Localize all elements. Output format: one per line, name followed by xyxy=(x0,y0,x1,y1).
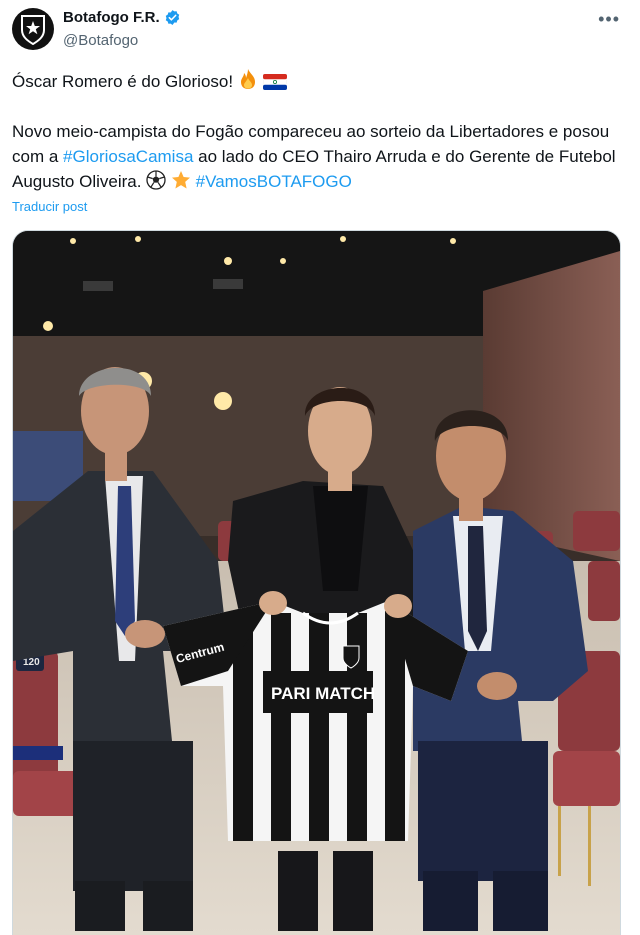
jersey-sponsor-label: PARI MATCH xyxy=(271,684,375,703)
soccer-ball-emoji-icon xyxy=(146,170,166,190)
tweet-photo[interactable]: 120 PARI MATCH Centrum xyxy=(12,230,621,935)
hashtag-vamosbotafogo-link[interactable]: #VamosBOTAFOGO xyxy=(196,172,352,191)
avatar[interactable] xyxy=(12,8,54,50)
author-name-row: Botafogo F.R. xyxy=(63,9,181,26)
tweet-line-1: Óscar Romero é do Glorioso! xyxy=(12,68,628,94)
display-name[interactable]: Botafogo F.R. xyxy=(63,9,160,26)
botafogo-crest-icon xyxy=(21,15,45,45)
paraguay-flag-emoji-icon xyxy=(262,74,287,90)
star-emoji-icon xyxy=(171,171,190,189)
user-handle[interactable]: @Botafogo xyxy=(63,32,138,49)
verified-badge-icon xyxy=(165,10,179,25)
fire-emoji-icon xyxy=(240,69,255,89)
tweet-paragraph-2: Novo meio-campista do Fogão compareceu a… xyxy=(12,119,628,194)
more-options-icon[interactable]: ••• xyxy=(598,10,620,28)
hashtag-gloriosacamisa-link[interactable]: #GloriosaCamisa xyxy=(63,147,193,166)
tweet-headline: Óscar Romero é do Glorioso! xyxy=(12,72,234,91)
translate-post-link[interactable]: Traducir post xyxy=(12,199,87,214)
tweet-body: Óscar Romero é do Glorioso! Novo meio-ca… xyxy=(12,68,628,194)
event-photo-illustration: 120 PARI MATCH Centrum xyxy=(13,231,620,935)
